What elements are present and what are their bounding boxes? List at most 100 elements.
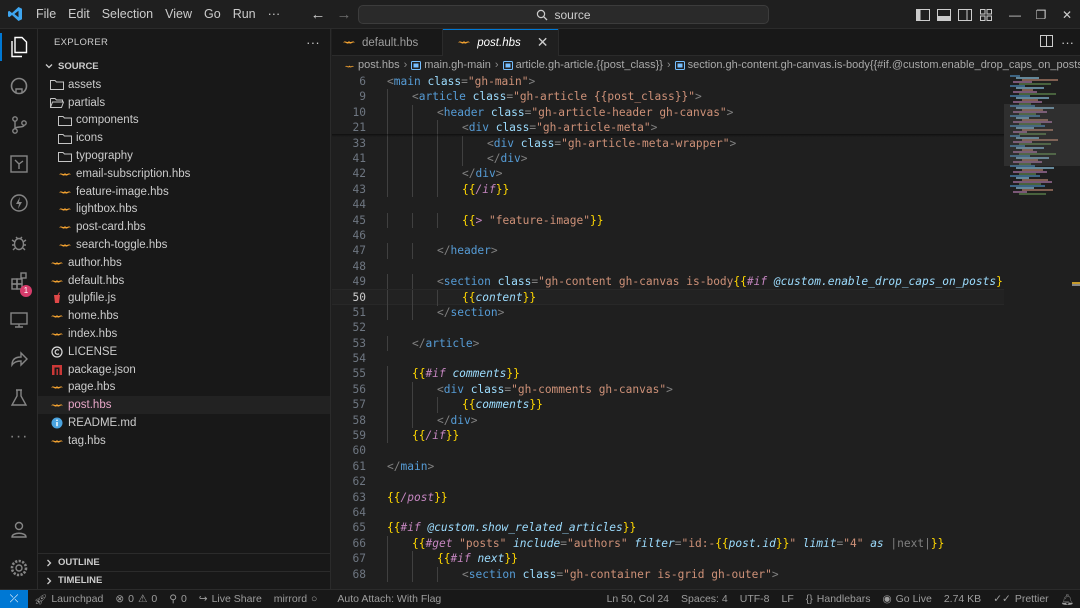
breadcrumb-item[interactable]: section.gh-content.gh-canvas.is-body{{#i… (688, 59, 1080, 71)
editor-tab[interactable]: default.hbs (332, 29, 444, 56)
code-editor[interactable]: 6 <main class="gh-main"> 9 <article class="… (332, 74, 1004, 589)
toggle-primary-sidebar-icon[interactable] (912, 0, 933, 29)
split-editor-icon[interactable] (1040, 35, 1053, 50)
tree-item[interactable]: default.hbs (38, 272, 330, 290)
extensions-icon[interactable]: 1 (0, 263, 38, 299)
code-line: 52 (332, 320, 1004, 335)
explorer-more-actions-icon[interactable]: ··· (306, 35, 320, 50)
remote-explorer-icon[interactable] (0, 146, 38, 182)
debug-icon[interactable] (0, 224, 38, 260)
code-text: <section class="gh-container is-grid gh-… (462, 567, 779, 582)
code-text: {{/if}} (462, 182, 509, 197)
tree-item[interactable]: icons (38, 129, 330, 147)
cursor-position[interactable]: Ln 50, Col 24 (601, 593, 675, 605)
editor-more-actions-icon[interactable]: ··· (1061, 35, 1074, 50)
back-arrow-icon[interactable]: ← (308, 6, 328, 23)
mirrord-status[interactable]: mirrord ○ (268, 593, 324, 605)
explorer-icon[interactable] (0, 29, 38, 65)
live-share-status[interactable]: ↪ Live Share (193, 593, 268, 605)
code-token: {{ (412, 428, 426, 442)
launchpad-status[interactable]: 🚀︎ Launchpad (28, 593, 109, 606)
tree-item[interactable]: post.hbs (38, 396, 330, 415)
close-tab-icon[interactable]: ✕ (537, 34, 549, 51)
notifications-bell-icon[interactable]: 🔔︎ (1055, 593, 1080, 606)
tree-item[interactable]: feature-image.hbs (38, 183, 330, 201)
toggle-panel-icon[interactable] (933, 0, 954, 29)
indent-guide (387, 212, 388, 228)
breadcrumb-item[interactable]: article.gh-article.{{post_class}} (516, 59, 663, 71)
customize-layout-icon[interactable] (975, 0, 996, 29)
tree-item[interactable]: gulpfile.js (38, 290, 330, 308)
menu-item[interactable]: File (30, 0, 62, 29)
close-window-icon[interactable]: ✕ (1054, 0, 1080, 29)
tree-item[interactable]: page.hbs (38, 379, 330, 397)
tree-item[interactable]: components (38, 112, 330, 130)
auto-attach-status[interactable]: Auto Attach: With Flag (331, 593, 447, 605)
tree-item[interactable]: post-card.hbs (38, 218, 330, 236)
tree-item[interactable]: LICENSE (38, 343, 330, 361)
source-control-icon[interactable] (0, 107, 38, 143)
tree-item[interactable]: partials (38, 94, 330, 112)
language-mode[interactable]: {} Handlebars (800, 593, 877, 605)
accounts-icon[interactable] (0, 511, 38, 547)
more-views-icon[interactable]: ··· (0, 419, 38, 455)
workspace-root-label: SOURCE (58, 60, 99, 72)
editor-tab[interactable]: post.hbs ✕ (443, 29, 560, 56)
breadcrumb-item[interactable]: post.hbs (358, 59, 400, 71)
tree-item[interactable]: email-subscription.hbs (38, 165, 330, 183)
broadcast-icon: ◉ (882, 593, 892, 605)
tree-item[interactable]: assets (38, 76, 330, 94)
problems-status[interactable]: ⊗ 0 ⚠ 0 (109, 593, 163, 605)
toggle-secondary-sidebar-icon[interactable] (954, 0, 975, 29)
live-share-label: Live Share (211, 593, 262, 605)
tree-item[interactable]: index.hbs (38, 325, 330, 343)
outline-section[interactable]: OUTLINE (38, 553, 331, 571)
menu-item[interactable]: Edit (62, 0, 96, 29)
tree-item[interactable]: typography (38, 147, 330, 165)
code-token: main (400, 459, 428, 473)
testing-icon[interactable] (0, 380, 38, 416)
restore-window-icon[interactable]: ❐ (1028, 0, 1054, 29)
tree-item[interactable]: README.md (38, 414, 330, 432)
encoding[interactable]: UTF-8 (734, 593, 776, 605)
ports-status[interactable]: ⚲ 0 (163, 593, 193, 605)
indentation[interactable]: Spaces: 4 (675, 593, 734, 605)
live-share-icon[interactable] (0, 341, 38, 377)
breadcrumb-item[interactable]: main.gh-main (424, 59, 491, 71)
tree-item[interactable]: tag.hbs (38, 432, 330, 450)
menu-item[interactable]: Run (227, 0, 262, 29)
menu-item[interactable]: ··· (262, 0, 287, 29)
workspace-root[interactable]: SOURCE (38, 56, 330, 76)
manage-gear-icon[interactable] (0, 550, 38, 586)
minimap[interactable] (1004, 74, 1080, 589)
remote-indicator-icon[interactable]: ⤫ (0, 589, 28, 608)
minimize-window-icon[interactable]: — (1002, 0, 1028, 29)
tree-item[interactable]: search-toggle.hbs (38, 236, 330, 254)
code-text: {{/post}} (387, 490, 448, 505)
menu-item[interactable]: View (159, 0, 198, 29)
prettier-status[interactable]: ✓✓ Prettier (987, 593, 1054, 605)
tree-item[interactable]: author.hbs (38, 254, 330, 272)
code-token: }} (506, 367, 520, 381)
timeline-section[interactable]: TIMELINE (38, 571, 331, 589)
forward-arrow-icon[interactable]: → (334, 6, 354, 23)
code-token: /if (425, 428, 446, 442)
tree-item[interactable]: lightbox.hbs (38, 201, 330, 219)
indent-guide (387, 150, 388, 167)
end-of-line[interactable]: LF (775, 593, 799, 605)
code-token: < (437, 275, 444, 289)
tree-item[interactable]: package.json (38, 361, 330, 379)
menu-item[interactable]: Go (198, 0, 227, 29)
code-token: }} (529, 398, 543, 412)
menu-item[interactable]: Selection (96, 0, 159, 29)
tree-item[interactable]: home.hbs (38, 307, 330, 325)
minimap-viewport[interactable] (1004, 104, 1080, 166)
github-icon[interactable] (0, 68, 38, 104)
thunder-client-icon[interactable] (0, 185, 38, 221)
editor-scrollbar[interactable] (1072, 74, 1080, 589)
copyright-icon (50, 345, 64, 359)
go-live-status[interactable]: ◉ Go Live (876, 593, 937, 605)
code-line: 60 (332, 443, 1004, 458)
remote-monitor-icon[interactable] (0, 302, 38, 338)
command-center-search[interactable]: source (358, 5, 769, 24)
